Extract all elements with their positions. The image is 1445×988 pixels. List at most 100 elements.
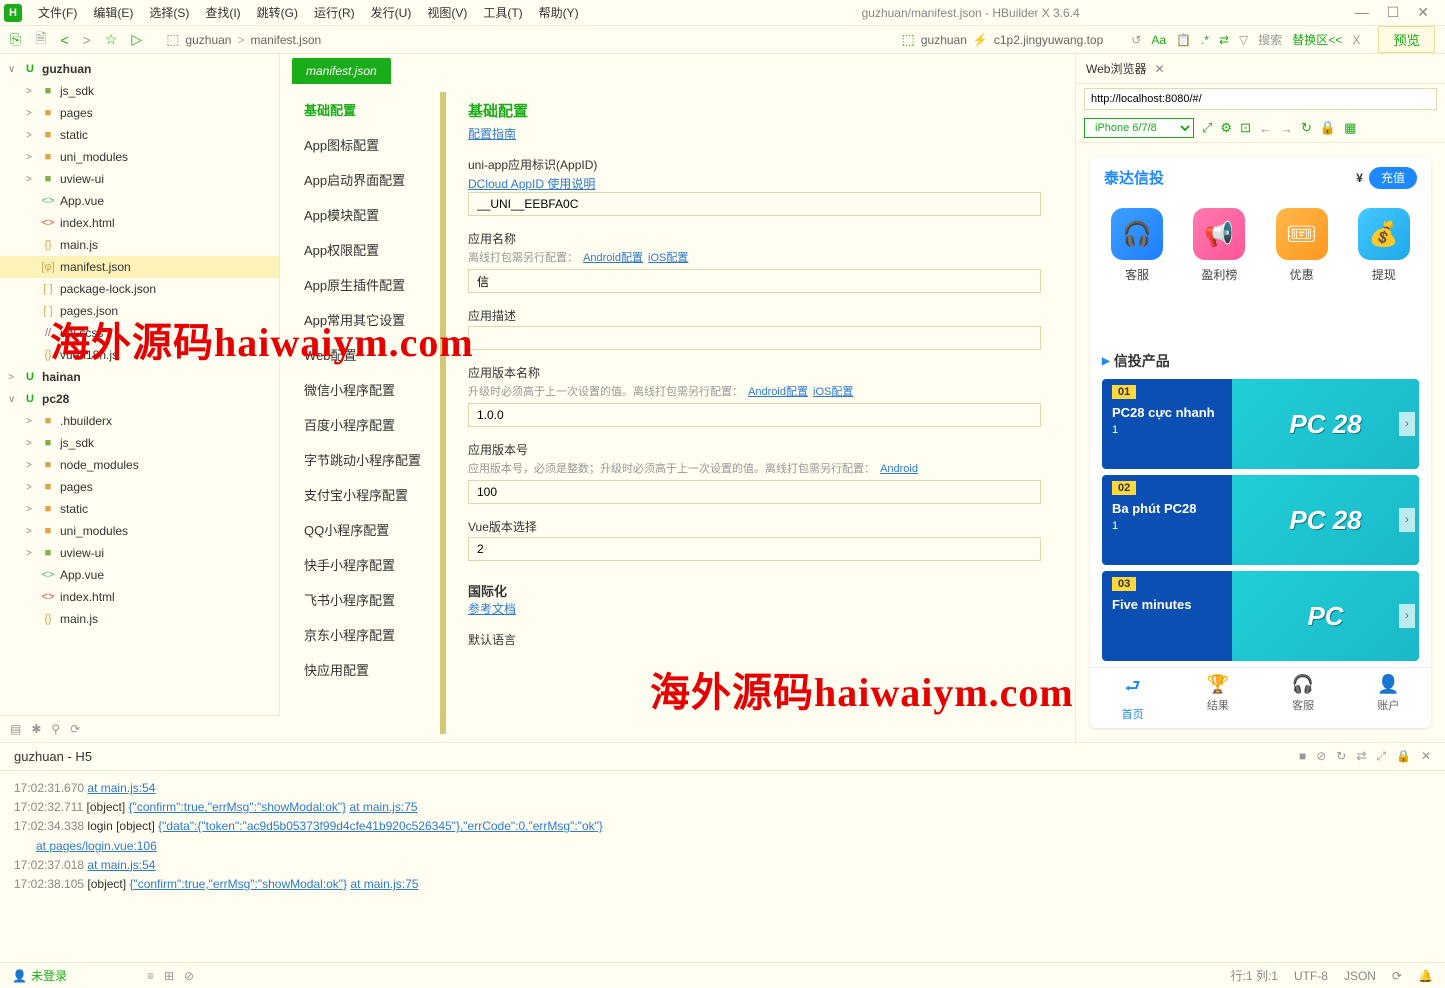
tree-item[interactable]: ■.hbuilderx xyxy=(0,410,279,432)
devtools-icon[interactable]: ⚙ xyxy=(1220,120,1232,136)
console-link[interactable]: at main.js:54 xyxy=(87,858,155,872)
whole-word-icon[interactable]: ⇄ xyxy=(1219,33,1229,47)
config-nav-item[interactable]: App权限配置 xyxy=(292,232,440,267)
config-nav-item[interactable]: 百度小程序配置 xyxy=(292,407,440,442)
extensions-icon[interactable]: ✱ xyxy=(31,722,41,736)
terminal-icon[interactable]: ▤ xyxy=(10,722,21,736)
encoding[interactable]: UTF-8 xyxy=(1294,969,1328,983)
menu-item[interactable]: 工具(T) xyxy=(475,6,530,20)
tree-arrow-icon[interactable] xyxy=(26,130,40,141)
lock-icon[interactable]: 🔒 xyxy=(1320,120,1336,136)
tree-item[interactable]: [ ]pages.json xyxy=(0,300,279,322)
console-body[interactable]: 17:02:31.670 at main.js:54 17:02:32.711 … xyxy=(0,771,1445,962)
console-wrap-icon[interactable]: ⇄ xyxy=(1356,749,1366,764)
chevron-right-icon[interactable]: › xyxy=(1399,412,1415,436)
reload-icon[interactable]: ↻ xyxy=(1301,120,1312,136)
record-icon[interactable]: ⊡ xyxy=(1240,120,1251,136)
menu-item[interactable]: 文件(F) xyxy=(30,6,85,20)
menu-item[interactable]: 编辑(E) xyxy=(85,6,141,20)
console-link[interactable]: at main.js:54 xyxy=(87,781,155,795)
console-link[interactable]: at main.js:75 xyxy=(350,877,418,891)
browser-tab-close[interactable]: ✕ xyxy=(1154,62,1164,76)
tree-arrow-icon[interactable] xyxy=(26,548,40,559)
console-link[interactable]: at main.js:75 xyxy=(350,800,418,814)
config-nav-item[interactable]: 快手小程序配置 xyxy=(292,547,440,582)
appid-hint[interactable]: DCloud AppID 使用说明 xyxy=(468,177,595,191)
menu-item[interactable]: 跳转(G) xyxy=(249,6,306,20)
tree-item[interactable]: [φ]manifest.json xyxy=(0,256,279,278)
appid-input[interactable] xyxy=(468,192,1041,216)
vercode-input[interactable] xyxy=(468,480,1041,504)
menu-item[interactable]: 帮助(Y) xyxy=(531,6,587,20)
save-icon[interactable]: 🗎 xyxy=(35,28,46,52)
menu-item[interactable]: 视图(V) xyxy=(419,6,475,20)
tree-item[interactable]: <>index.html xyxy=(0,212,279,234)
config-nav-item[interactable]: 京东小程序配置 xyxy=(292,617,440,652)
tree-item[interactable]: ■uview-ui xyxy=(0,168,279,190)
config-nav-item[interactable]: Web配置 xyxy=(292,337,440,372)
device-select[interactable]: iPhone 6/7/8 xyxy=(1084,118,1194,138)
menu-item[interactable]: 发行(U) xyxy=(363,6,420,20)
search-label[interactable]: 搜索 xyxy=(1258,31,1282,48)
tree-item[interactable]: ■pages xyxy=(0,102,279,124)
tree-item[interactable]: <>App.vue xyxy=(0,564,279,586)
nav-back-icon[interactable]: ← xyxy=(1259,121,1272,136)
breadcrumb-project[interactable]: guzhuan xyxy=(185,33,231,47)
tree-arrow-icon[interactable] xyxy=(8,64,22,75)
config-nav-item[interactable]: 飞书小程序配置 xyxy=(292,582,440,617)
browser-url-input[interactable] xyxy=(1084,88,1437,110)
tree-item[interactable]: ■uni_modules xyxy=(0,520,279,542)
regex-icon[interactable]: .* xyxy=(1201,33,1209,47)
console-link[interactable]: {"confirm":true,"errMsg":"showModal:ok"} xyxy=(129,877,347,891)
font-icon[interactable]: Aa xyxy=(1151,33,1166,47)
config-nav-item[interactable]: App常用其它设置 xyxy=(292,302,440,337)
sb-db-icon[interactable]: ⊘ xyxy=(184,969,194,983)
cursor-pos[interactable]: 行:1 列:1 xyxy=(1231,967,1278,984)
chevron-right-icon[interactable]: › xyxy=(1399,604,1415,628)
sync-icon[interactable]: ⟳ xyxy=(70,722,80,736)
replace-label[interactable]: 替换区<< xyxy=(1292,31,1342,48)
console-link[interactable]: {"confirm":true,"errMsg":"showModal:ok"} xyxy=(129,800,347,814)
console-restart-icon[interactable]: ↻ xyxy=(1336,749,1346,764)
tree-arrow-icon[interactable] xyxy=(8,372,22,383)
new-file-icon[interactable]: ⎘ xyxy=(10,31,21,48)
tree-item[interactable]: {}main.js xyxy=(0,608,279,630)
minimize-button[interactable]: — xyxy=(1355,4,1369,21)
appdesc-input[interactable] xyxy=(468,326,1041,350)
tree-arrow-icon[interactable] xyxy=(26,482,40,493)
tree-item[interactable]: <>index.html xyxy=(0,586,279,608)
preview-button[interactable]: 预览 xyxy=(1378,26,1435,53)
run-icon[interactable]: ▷ xyxy=(131,31,142,48)
tree-arrow-icon[interactable] xyxy=(26,416,40,427)
console-link[interactable]: {"data":{"token":"ac9d5b05373f99d4cfe41b… xyxy=(158,819,603,833)
console-lock-icon[interactable]: 🔒 xyxy=(1396,749,1411,764)
tree-arrow-icon[interactable] xyxy=(26,152,40,163)
bottom-nav-item[interactable]: 🎧客服 xyxy=(1261,668,1346,728)
tree-item[interactable]: Uhainan xyxy=(0,366,279,388)
config-nav-item[interactable]: App启动界面配置 xyxy=(292,162,440,197)
menu-item[interactable]: 运行(R) xyxy=(306,6,363,20)
bottom-nav-item[interactable]: 👤账户 xyxy=(1346,668,1431,728)
tree-arrow-icon[interactable] xyxy=(26,460,40,471)
config-nav-item[interactable]: App图标配置 xyxy=(292,127,440,162)
console-close-icon[interactable]: ✕ xyxy=(1421,749,1431,764)
console-expand-icon[interactable]: ⤢ xyxy=(1376,749,1386,764)
i18n-link[interactable]: 参考文档 xyxy=(468,602,516,616)
product-item[interactable]: 02Ba phút PC281PC 28› xyxy=(1102,475,1419,565)
quick-action[interactable]: 📢盈利榜 xyxy=(1193,208,1245,283)
ios-link[interactable]: iOS配置 xyxy=(648,252,688,264)
tree-item[interactable]: {}main.js xyxy=(0,234,279,256)
tree-arrow-icon[interactable] xyxy=(26,86,40,97)
x-label[interactable]: X xyxy=(1352,33,1360,47)
back-icon[interactable]: < xyxy=(60,32,68,48)
vn-ios[interactable]: iOS配置 xyxy=(813,386,853,398)
vc-android[interactable]: Android xyxy=(880,463,918,475)
config-nav-item[interactable]: 微信小程序配置 xyxy=(292,372,440,407)
tree-item[interactable]: {}vue-i18n.js xyxy=(0,344,279,366)
quick-action[interactable]: 💰提现 xyxy=(1358,208,1410,283)
quick-action[interactable]: 🎟优惠 xyxy=(1276,208,1328,283)
language[interactable]: JSON xyxy=(1344,969,1376,983)
editor-tab[interactable]: manifest.json xyxy=(292,58,391,84)
history-icon[interactable]: ↺ xyxy=(1131,33,1141,47)
appname-input[interactable] xyxy=(468,269,1041,293)
